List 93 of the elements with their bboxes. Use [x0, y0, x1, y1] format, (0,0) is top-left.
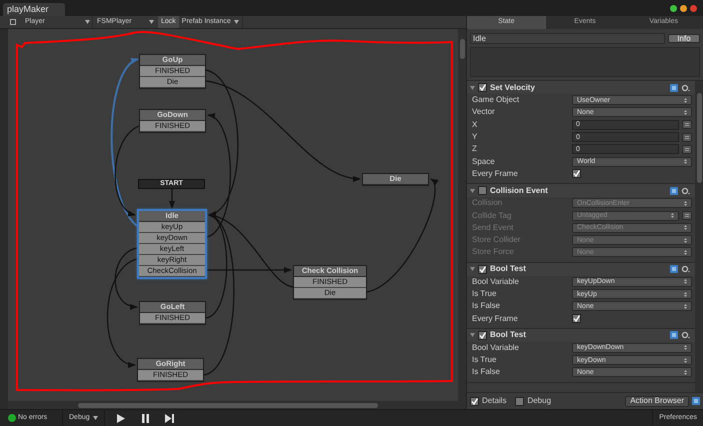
maximize-button[interactable] — [670, 4, 677, 12]
step-icon[interactable] — [164, 414, 174, 422]
field-label: Vector — [472, 106, 496, 118]
field-label: X — [472, 118, 478, 131]
variable-toggle-button[interactable] — [682, 120, 692, 130]
updown-icon — [684, 98, 687, 103]
help-icon[interactable] — [670, 265, 678, 274]
variable-toggle-button[interactable] — [682, 211, 692, 220]
action-title: Collision Event — [490, 184, 549, 197]
updown-icon — [684, 279, 687, 284]
field-label: Bool Variable — [472, 276, 520, 288]
field-label: Store Collider — [472, 234, 522, 246]
field-label: Collide Tag — [472, 210, 512, 222]
field-label: Space — [472, 156, 496, 168]
field-label: Is False — [472, 300, 502, 312]
field-label: Is True — [472, 288, 498, 300]
updown-icon — [684, 292, 687, 296]
field-label: Z — [472, 143, 478, 156]
checkbox[interactable] — [470, 396, 479, 406]
help-icon[interactable] — [670, 186, 678, 195]
check-icon — [573, 170, 580, 178]
help-icon[interactable] — [670, 331, 678, 340]
check-icon — [479, 332, 486, 339]
close-button[interactable] — [690, 4, 697, 12]
field-label: Game Object — [472, 94, 520, 106]
play-icon[interactable] — [116, 414, 125, 422]
check-icon — [479, 84, 486, 91]
checkbox[interactable] — [478, 330, 487, 340]
caret-icon — [234, 20, 239, 24]
updown-icon — [684, 110, 687, 115]
settings-icon[interactable] — [681, 84, 690, 92]
action-header[interactable]: Collision Event — [467, 184, 695, 198]
debug-label: Debug — [527, 395, 552, 407]
action-header[interactable]: Bool Test — [467, 262, 695, 276]
action-header[interactable]: Set Velocity — [467, 81, 695, 94]
settings-icon[interactable] — [681, 186, 690, 195]
updown-icon — [671, 213, 674, 218]
action-title: Set Velocity — [490, 82, 536, 94]
field-label: Is True — [472, 354, 498, 366]
updown-icon — [684, 200, 687, 206]
checkbox[interactable] — [478, 83, 487, 92]
info-button[interactable]: Info — [668, 34, 700, 43]
collapse-icon[interactable] — [470, 333, 475, 338]
updown-icon — [684, 345, 687, 350]
check-icon — [479, 266, 486, 273]
settings-icon[interactable] — [681, 265, 690, 274]
updown-icon — [684, 250, 687, 255]
updown-icon — [684, 370, 687, 375]
field-label: Collision — [472, 197, 504, 210]
pause-icon[interactable] — [142, 414, 149, 422]
updown-icon — [684, 238, 687, 243]
caret-icon — [85, 20, 90, 24]
vertical-scrollbar[interactable] — [695, 81, 703, 392]
updown-icon — [684, 304, 687, 309]
variable-toggle-button[interactable] — [682, 132, 692, 142]
action-title: Bool Test — [490, 263, 527, 276]
collapse-icon[interactable] — [470, 86, 475, 90]
field-label: Store Force — [472, 246, 515, 258]
updown-icon — [684, 225, 687, 230]
collapse-icon[interactable] — [470, 188, 475, 193]
details-label: Details — [482, 395, 506, 407]
field-label: Is False — [472, 366, 502, 378]
field-label: Send Event — [472, 222, 514, 234]
square-icon[interactable] — [10, 19, 16, 25]
field-label: Every Frame — [472, 168, 519, 180]
field-label: Every Frame — [472, 312, 519, 325]
field-label: Y — [472, 131, 478, 144]
caret-icon — [92, 416, 98, 420]
collapse-icon[interactable] — [470, 267, 475, 272]
settings-icon[interactable] — [681, 331, 690, 340]
help-icon[interactable] — [692, 397, 700, 405]
checkbox[interactable] — [572, 314, 581, 324]
state-name-field[interactable]: Idle — [470, 33, 665, 44]
checkbox[interactable] — [478, 186, 487, 196]
help-icon[interactable] — [670, 84, 678, 92]
minimize-button[interactable] — [680, 4, 687, 12]
check-icon — [471, 398, 478, 404]
variable-toggle-button[interactable] — [682, 144, 692, 154]
action-title: Bool Test — [490, 329, 527, 342]
vertical-scrollbar[interactable] — [458, 29, 466, 401]
checkbox[interactable] — [572, 169, 581, 178]
horizontal-scrollbar[interactable] — [8, 401, 466, 409]
transition-arrow — [169, 189, 175, 209]
checkbox[interactable] — [478, 264, 487, 274]
caret-icon — [149, 20, 154, 24]
window-tab[interactable]: playMaker — [3, 3, 65, 16]
action-browser-button[interactable]: Action Browser — [625, 396, 689, 406]
check-icon — [573, 315, 580, 322]
field-label: Bool Variable — [472, 342, 520, 354]
updown-icon — [684, 159, 687, 164]
updown-icon — [684, 358, 687, 363]
action-header[interactable]: Bool Test — [467, 328, 695, 342]
checkbox[interactable] — [515, 396, 524, 406]
